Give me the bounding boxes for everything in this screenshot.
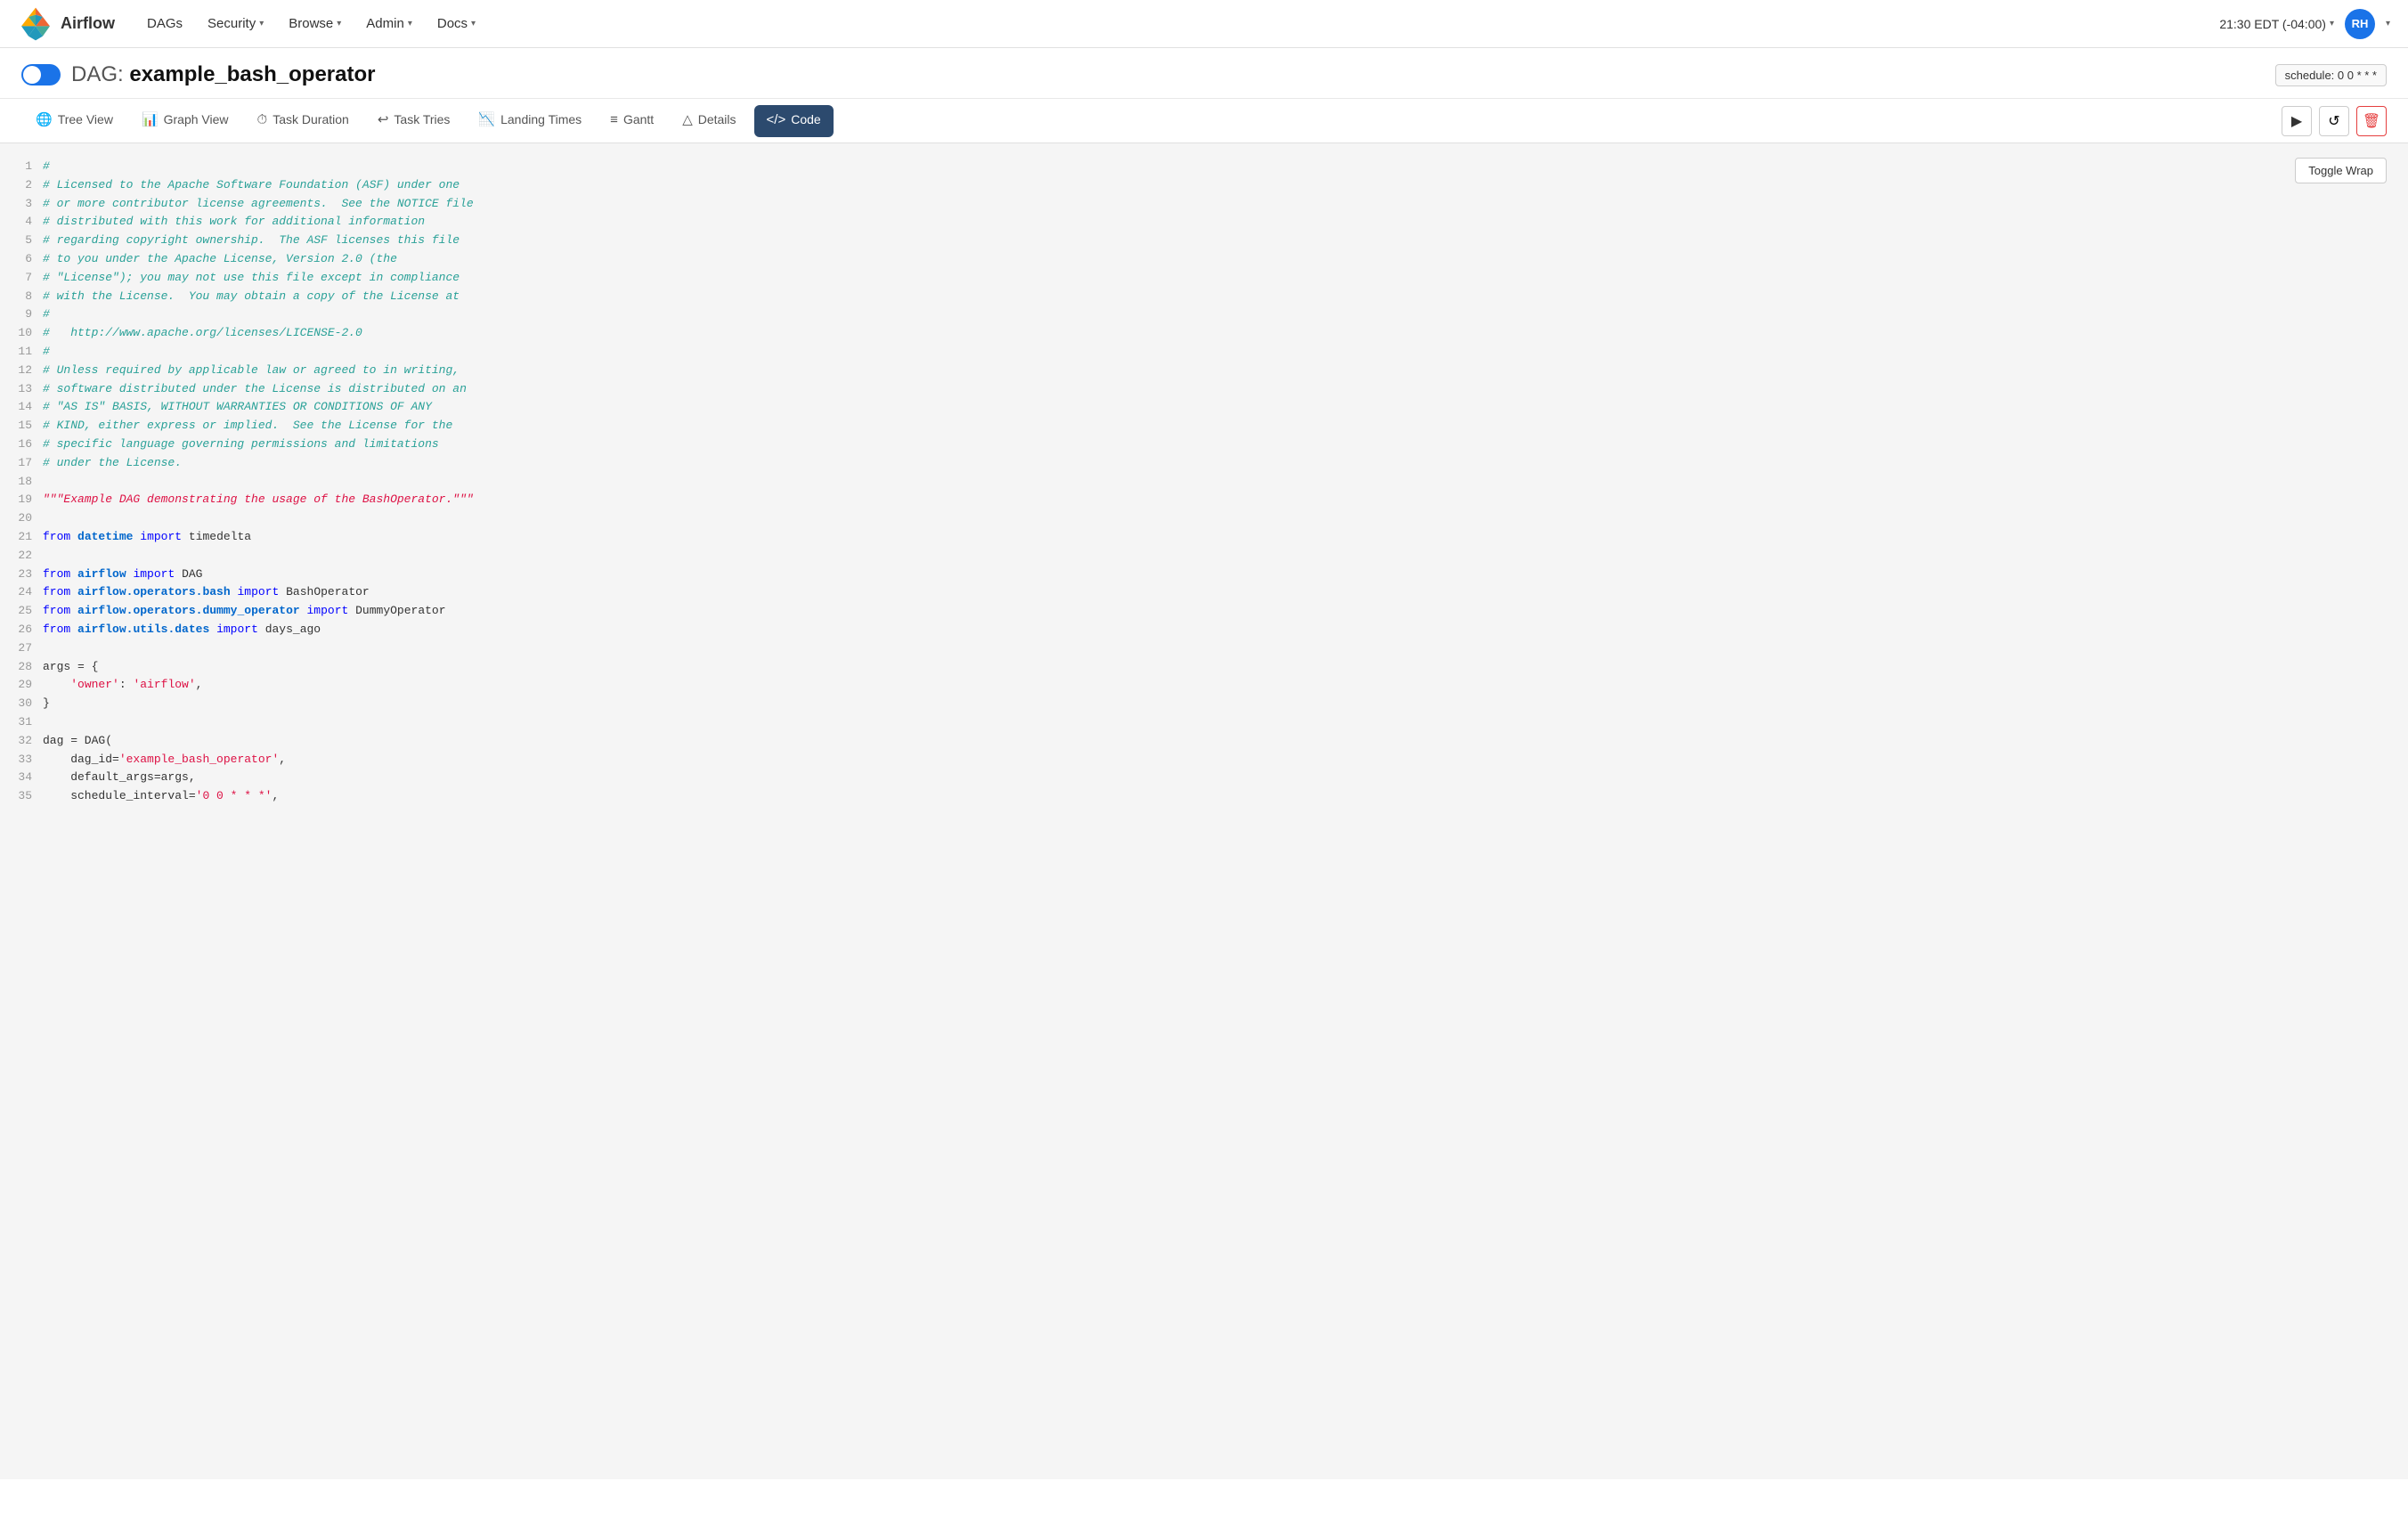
code-line-34: default_args=args,: [43, 769, 2387, 787]
code-line-4: # distributed with this work for additio…: [43, 213, 2387, 232]
admin-chevron-icon: ▾: [408, 19, 412, 28]
code-line-8: # with the License. You may obtain a cop…: [43, 288, 2387, 306]
code-line-27: [43, 639, 2387, 658]
tab-tree-view[interactable]: 🌐 Tree View: [21, 99, 127, 142]
tab-task-duration[interactable]: ⏱ Task Duration: [243, 100, 363, 142]
code-line-22: [43, 547, 2387, 566]
graph-view-icon: 📊: [142, 111, 159, 127]
code-line-30: }: [43, 695, 2387, 713]
code-line-24: from airflow.operators.bash import BashO…: [43, 583, 2387, 602]
nav-item-docs[interactable]: Docs ▾: [427, 11, 486, 37]
tab-landing-times[interactable]: 📉 Landing Times: [464, 99, 596, 142]
code-line-21: from datetime import timedelta: [43, 528, 2387, 547]
docs-chevron-icon: ▾: [471, 19, 476, 28]
code-line-26: from airflow.utils.dates import days_ago: [43, 621, 2387, 639]
code-line-15: # KIND, either express or implied. See t…: [43, 417, 2387, 435]
code-line-23: from airflow import DAG: [43, 566, 2387, 584]
tab-gantt[interactable]: ≡ Gantt: [596, 100, 668, 142]
code-line-13: # software distributed under the License…: [43, 380, 2387, 399]
code-icon: </>: [767, 112, 786, 127]
code-line-11: #: [43, 343, 2387, 362]
security-chevron-icon: ▾: [259, 19, 264, 28]
tabs-bar: 🌐 Tree View 📊 Graph View ⏱ Task Duration…: [0, 99, 2408, 143]
navbar-right: 21:30 EDT (-04:00) ▾ RH ▾: [2219, 9, 2390, 39]
tabs-left: 🌐 Tree View 📊 Graph View ⏱ Task Duration…: [21, 99, 837, 142]
dag-header: DAG: example_bash_operator schedule: 0 0…: [0, 48, 2408, 99]
task-tries-icon: ↩: [378, 111, 389, 127]
code-line-35: schedule_interval='0 0 * * *',: [43, 787, 2387, 806]
details-icon: △: [682, 111, 693, 127]
user-chevron-icon: ▾: [2386, 19, 2390, 28]
nav-item-browse[interactable]: Browse ▾: [278, 11, 352, 37]
code-line-33: dag_id='example_bash_operator',: [43, 751, 2387, 769]
nav-item-dags[interactable]: DAGs: [136, 11, 193, 37]
code-line-7: # "License"); you may not use this file …: [43, 269, 2387, 288]
task-duration-icon: ⏱: [257, 112, 268, 127]
toggle-wrap-button[interactable]: Toggle Wrap: [2295, 158, 2387, 183]
line-numbers: 12345 678910 1112131415 1617181920 21222…: [0, 143, 43, 1479]
code-line-25: from airflow.operators.dummy_operator im…: [43, 602, 2387, 621]
play-button[interactable]: ▶: [2282, 106, 2312, 136]
browse-chevron-icon: ▾: [337, 19, 341, 28]
time-chevron-icon: ▾: [2330, 19, 2334, 28]
code-line-18: [43, 473, 2387, 492]
code-line-14: # "AS IS" BASIS, WITHOUT WARRANTIES OR C…: [43, 398, 2387, 417]
code-line-9: #: [43, 305, 2387, 324]
dag-title: DAG: example_bash_operator: [71, 62, 375, 87]
nav-item-security[interactable]: Security ▾: [197, 11, 274, 37]
code-line-2: # Licensed to the Apache Software Founda…: [43, 176, 2387, 195]
code-line-5: # regarding copyright ownership. The ASF…: [43, 232, 2387, 250]
navbar: Airflow DAGs Security ▾ Browse ▾ Admin ▾…: [0, 0, 2408, 48]
tree-view-icon: 🌐: [36, 111, 53, 127]
code-line-32: dag = DAG(: [43, 732, 2387, 751]
code-line-16: # specific language governing permission…: [43, 435, 2387, 454]
schedule-badge: schedule: 0 0 * * *: [2275, 64, 2387, 86]
code-line-17: # under the License.: [43, 454, 2387, 473]
dag-toggle[interactable]: [21, 64, 61, 85]
code-line-19: """Example DAG demonstrating the usage o…: [43, 491, 2387, 509]
nav-item-admin[interactable]: Admin ▾: [355, 11, 423, 37]
code-line-31: [43, 713, 2387, 732]
landing-times-icon: 📉: [478, 111, 495, 127]
tabs-right: ▶ ↺ 🗑: [2282, 106, 2387, 136]
refresh-button[interactable]: ↺: [2319, 106, 2349, 136]
airflow-logo-icon: [18, 6, 53, 42]
user-avatar[interactable]: RH: [2345, 9, 2375, 39]
code-line-1: #: [43, 158, 2387, 176]
tab-code[interactable]: </> Code: [754, 105, 834, 137]
gantt-icon: ≡: [610, 112, 618, 127]
code-line-3: # or more contributor license agreements…: [43, 195, 2387, 214]
brand[interactable]: Airflow: [18, 6, 115, 42]
tab-task-tries[interactable]: ↩ Task Tries: [363, 99, 465, 142]
delete-button[interactable]: 🗑: [2356, 106, 2387, 136]
code-content: # # Licensed to the Apache Software Foun…: [43, 143, 2408, 1479]
time-display: 21:30 EDT (-04:00) ▾: [2219, 17, 2334, 31]
code-line-6: # to you under the Apache License, Versi…: [43, 250, 2387, 269]
code-line-20: [43, 509, 2387, 528]
nav-items: DAGs Security ▾ Browse ▾ Admin ▾ Docs ▾: [136, 11, 486, 37]
brand-text: Airflow: [61, 14, 115, 33]
code-line-29: 'owner': 'airflow',: [43, 676, 2387, 695]
tab-graph-view[interactable]: 📊 Graph View: [127, 99, 243, 142]
dag-title-row: DAG: example_bash_operator: [21, 62, 375, 87]
tab-details[interactable]: △ Details: [668, 99, 750, 142]
code-line-10: # http://www.apache.org/licenses/LICENSE…: [43, 324, 2387, 343]
code-line-28: args = {: [43, 658, 2387, 677]
code-line-12: # Unless required by applicable law or a…: [43, 362, 2387, 380]
code-area: Toggle Wrap 12345 678910 1112131415 1617…: [0, 143, 2408, 1479]
